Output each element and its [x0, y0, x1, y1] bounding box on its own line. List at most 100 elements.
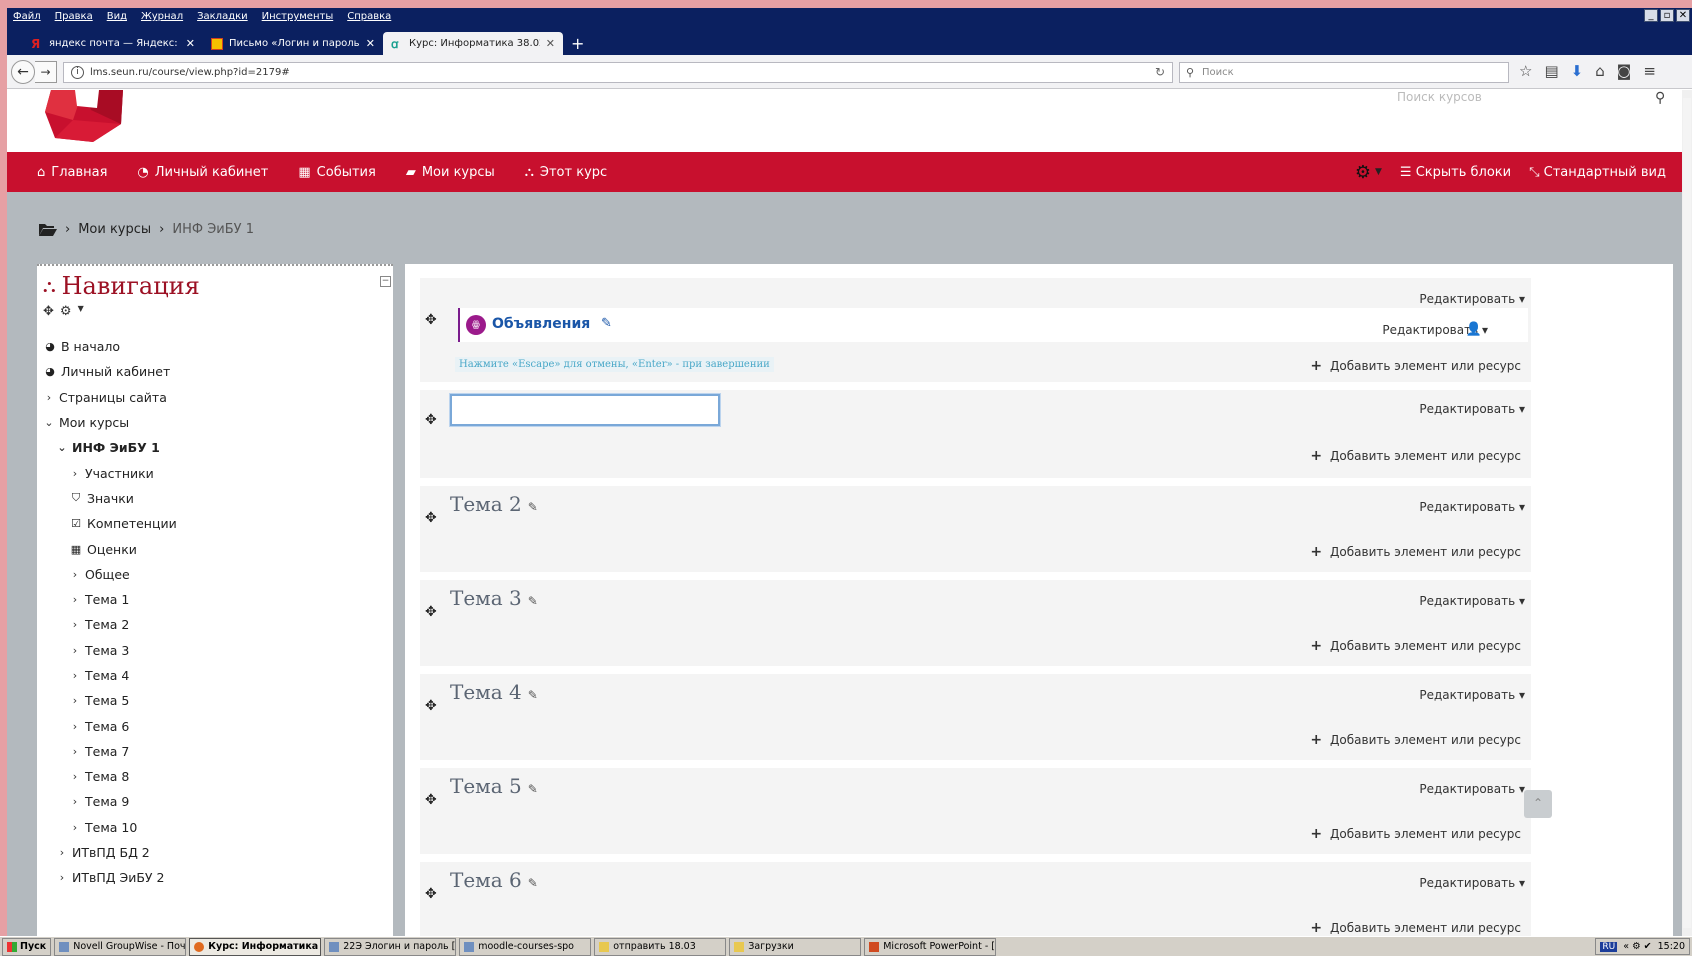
pencil-icon[interactable]: ✎: [528, 500, 538, 514]
chevron-right-icon[interactable]: ›: [56, 846, 68, 859]
chevron-right-icon[interactable]: ›: [69, 720, 81, 733]
move-icon[interactable]: ✥: [425, 886, 437, 902]
nav-tree-item[interactable]: › ИТвПД БД 2: [37, 840, 393, 865]
info-icon[interactable]: i: [71, 66, 84, 79]
site-logo[interactable]: [43, 90, 131, 144]
pencil-icon[interactable]: ✎: [601, 316, 612, 331]
hamburger-menu-icon[interactable]: ≡: [1643, 62, 1656, 80]
taskbar-item[interactable]: Novell GroupWise - Почт...: [54, 937, 187, 956]
nav-tree-item[interactable]: ☑ Компетенции: [37, 511, 393, 536]
chevron-right-icon[interactable]: ›: [69, 467, 81, 480]
tab-mail-letter[interactable]: Письмо «Логин и пароль МО... ✕: [203, 32, 383, 55]
close-tab-icon[interactable]: ✕: [366, 37, 375, 50]
nav-tree-item[interactable]: ◕ В начало: [37, 334, 393, 359]
bookmark-star-icon[interactable]: ☆: [1519, 62, 1532, 80]
nav-tree-item[interactable]: › Тема 1: [37, 587, 393, 612]
nav-tree-item[interactable]: › Тема 10: [37, 815, 393, 840]
tab-yandex-mail[interactable]: Я яндекс почта — Яндекс: на... ✕: [23, 32, 203, 55]
menu-edit[interactable]: Правка: [55, 11, 93, 22]
caret-down-icon[interactable]: ▼: [1375, 167, 1382, 177]
taskbar-item[interactable]: Курс: Информатика 3...: [189, 937, 322, 956]
nav-tree-item[interactable]: › Тема 6: [37, 713, 393, 738]
gear-icon[interactable]: ⚙: [1355, 162, 1371, 183]
pencil-icon[interactable]: ✎: [528, 688, 538, 702]
reload-icon[interactable]: ↻: [1155, 63, 1165, 82]
taskbar-item[interactable]: moodle-courses-spo: [459, 937, 592, 956]
forward-button[interactable]: →: [35, 61, 57, 83]
tab-course-informatics[interactable]: ꭤ Курс: Информатика 38.02.0... ✕: [383, 32, 563, 55]
pocket-icon[interactable]: ◙: [1617, 62, 1632, 80]
chevron-right-icon[interactable]: ›: [69, 745, 81, 758]
move-icon[interactable]: ✥: [425, 698, 437, 714]
nav-tree-item[interactable]: › Участники: [37, 460, 393, 485]
nav-tree-item[interactable]: ◕ Личный кабинет: [37, 359, 393, 384]
add-activity-link[interactable]: + Добавить элемент или ресурс: [1310, 544, 1521, 560]
chevron-down-icon[interactable]: ⌄: [56, 441, 68, 454]
edit-section-menu[interactable]: Редактировать ▾: [1419, 688, 1525, 702]
chevron-right-icon[interactable]: ›: [56, 871, 68, 884]
nav-dashboard[interactable]: ◔ Личный кабинет: [137, 165, 268, 180]
add-activity-link[interactable]: + Добавить элемент или ресурс: [1310, 732, 1521, 748]
menu-help[interactable]: Справка: [347, 11, 391, 22]
nav-tree-item[interactable]: › Тема 3: [37, 638, 393, 663]
menu-bookmarks[interactable]: Закладки: [197, 11, 248, 22]
caret-down-icon[interactable]: ▼: [78, 304, 84, 319]
browser-search-input[interactable]: ⚲ Поиск: [1179, 62, 1509, 83]
chevron-right-icon[interactable]: ›: [69, 644, 81, 657]
menu-file[interactable]: Файл: [13, 11, 41, 22]
maximize-button[interactable]: ▫: [1660, 9, 1674, 22]
new-tab-button[interactable]: +: [563, 32, 584, 55]
pencil-icon[interactable]: ✎: [528, 594, 538, 608]
close-tab-icon[interactable]: ✕: [186, 37, 195, 50]
breadcrumb-my-courses[interactable]: Мои курсы: [78, 222, 151, 237]
chevron-right-icon[interactable]: ›: [69, 669, 81, 682]
minimize-button[interactable]: _: [1644, 9, 1658, 22]
reading-list-icon[interactable]: ▤: [1544, 62, 1558, 80]
language-indicator[interactable]: RU: [1600, 941, 1618, 952]
search-icon[interactable]: ⚲: [1655, 90, 1665, 106]
chevron-right-icon[interactable]: ›: [43, 391, 55, 404]
scrollbar-thumb[interactable]: [1683, 98, 1691, 928]
move-icon[interactable]: ✥: [425, 312, 437, 328]
nav-tree-item[interactable]: › ИТвПД ЭиБУ 2: [37, 865, 393, 890]
nav-this-course[interactable]: ⛬ Этот курс: [525, 165, 607, 180]
back-to-top-button[interactable]: ⌃: [1524, 790, 1552, 818]
user-icon[interactable]: 👤: [1466, 322, 1482, 337]
menu-view[interactable]: Вид: [107, 11, 127, 22]
announcements-link[interactable]: Объявления: [492, 316, 590, 332]
nav-home[interactable]: ⌂ Главная: [37, 165, 107, 180]
nav-tree-item[interactable]: › Тема 2: [37, 612, 393, 637]
add-activity-link[interactable]: + Добавить элемент или ресурс: [1310, 920, 1521, 936]
pencil-icon[interactable]: ✎: [528, 876, 538, 890]
menu-history[interactable]: Журнал: [141, 11, 183, 22]
chevron-right-icon[interactable]: ›: [69, 593, 81, 606]
chevron-right-icon[interactable]: ›: [69, 770, 81, 783]
course-search-input[interactable]: Поиск курсов: [1397, 90, 1482, 104]
nav-tree-item[interactable]: › Тема 9: [37, 789, 393, 814]
home-icon[interactable]: ⌂: [1595, 62, 1605, 80]
edit-section-menu[interactable]: Редактировать ▾: [1419, 292, 1525, 306]
chevron-right-icon[interactable]: ›: [69, 568, 81, 581]
menu-tools[interactable]: Инструменты: [262, 11, 334, 22]
edit-section-menu[interactable]: Редактировать ▾: [1419, 402, 1525, 416]
pencil-icon[interactable]: ✎: [528, 782, 538, 796]
hide-blocks-button[interactable]: ☰ Скрыть блоки: [1400, 165, 1511, 180]
edit-section-menu[interactable]: Редактировать ▾: [1419, 594, 1525, 608]
move-icon[interactable]: ✥: [425, 510, 437, 526]
nav-tree-item[interactable]: › Тема 5: [37, 688, 393, 713]
nav-tree-item[interactable]: ⌄ Мои курсы: [37, 410, 393, 435]
collapse-block-button[interactable]: −: [380, 276, 391, 287]
standard-view-button[interactable]: ⤡ Стандартный вид: [1529, 165, 1666, 180]
taskbar-item[interactable]: отправить 18.03: [594, 937, 727, 956]
move-icon[interactable]: ✥: [425, 412, 437, 428]
start-button[interactable]: Пуск: [2, 937, 52, 956]
gear-icon[interactable]: ⚙: [60, 304, 72, 319]
page-scrollbar[interactable]: [1682, 90, 1692, 956]
folder-open-icon[interactable]: [39, 223, 57, 236]
edit-section-menu[interactable]: Редактировать ▾: [1419, 782, 1525, 796]
nav-tree-item[interactable]: ▦ Оценки: [37, 536, 393, 561]
taskbar-item[interactable]: 22Э Элогин и пароль [...: [324, 937, 457, 956]
taskbar-item[interactable]: Microsoft PowerPoint - [...: [864, 937, 997, 956]
download-icon[interactable]: ⬇: [1571, 62, 1584, 80]
move-icon[interactable]: ✥: [43, 304, 54, 319]
